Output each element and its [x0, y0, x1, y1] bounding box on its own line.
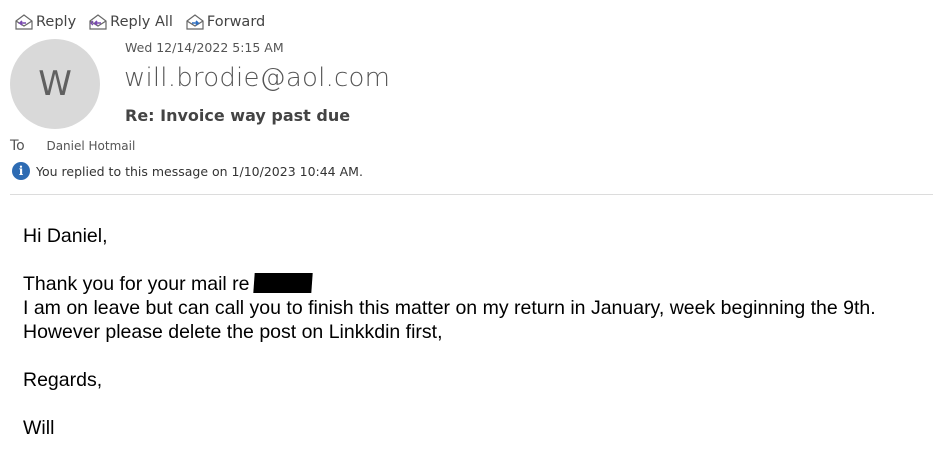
reply-envelope-icon: [14, 13, 36, 31]
message-body: Hi Daniel, Thank you for your mail re I …: [23, 224, 923, 440]
body-line-3: However please delete the post on Linkkd…: [23, 321, 443, 343]
redaction-block: [252, 273, 313, 293]
reply-button[interactable]: Reply: [14, 13, 76, 31]
reply-label: Reply: [36, 14, 77, 30]
sender-avatar: W: [10, 39, 100, 129]
body-line-1: Thank you for your mail re: [23, 272, 923, 296]
message-toolbar: Reply Reply All Forward: [14, 11, 277, 33]
reply-all-envelope-icon: [88, 13, 110, 31]
body-line-2: I am on leave but can call you to finish…: [23, 297, 876, 319]
body-signature: Will: [23, 417, 55, 439]
recipient-name[interactable]: Daniel Hotmail: [46, 139, 135, 153]
recipient-row: To Daniel Hotmail: [10, 138, 135, 154]
message-subject: Re: Invoice way past due: [125, 106, 351, 125]
header-divider: [10, 194, 933, 195]
forward-envelope-icon: [185, 13, 207, 31]
forward-button[interactable]: Forward: [185, 13, 265, 31]
to-label: To: [10, 138, 25, 154]
body-line-1-text: Thank you for your mail re: [23, 273, 250, 295]
reply-all-label: Reply All: [110, 14, 173, 30]
info-icon: i: [12, 162, 30, 180]
sender-address[interactable]: will.brodie@aol.com: [124, 63, 390, 93]
replied-info-bar: i You replied to this message on 1/10/20…: [12, 162, 363, 180]
message-date: Wed 12/14/2022 5:15 AM: [125, 40, 284, 55]
forward-label: Forward: [206, 14, 266, 30]
body-closing: Regards,: [23, 369, 103, 391]
replied-info-text: You replied to this message on 1/10/2023…: [36, 163, 363, 179]
reply-all-button[interactable]: Reply All: [88, 13, 173, 31]
avatar-initial: W: [38, 64, 72, 104]
body-greeting: Hi Daniel,: [23, 225, 108, 247]
